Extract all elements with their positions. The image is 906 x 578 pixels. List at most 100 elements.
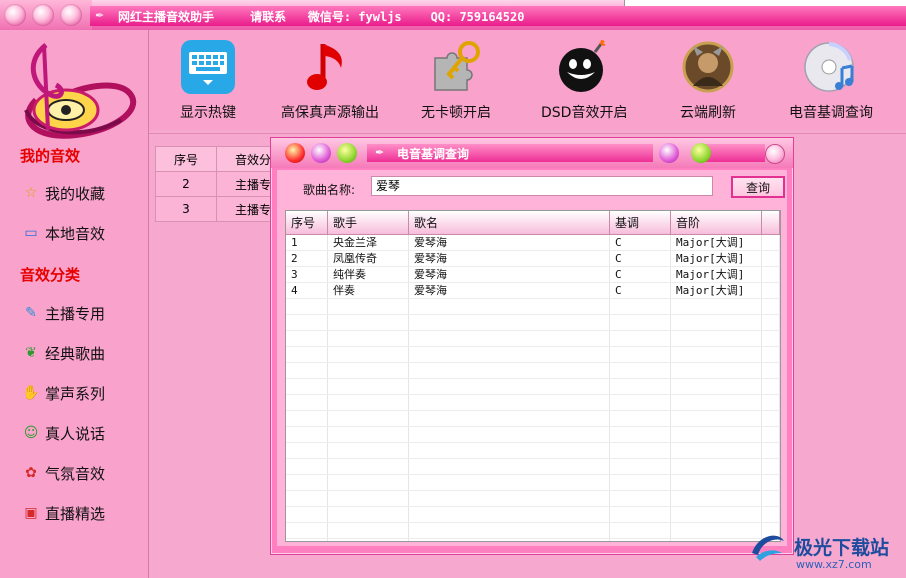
sidebar-item-label: 气氛音效 [45,464,106,483]
star-icon: ☆ [24,185,38,201]
dialog-title-strip [705,144,765,162]
column-header[interactable]: 歌手 [327,211,409,235]
table-cell: 爱琴海 [408,234,610,251]
empty-row [286,314,780,331]
sidebar-item-label: 本地音效 [45,224,106,243]
decor-bead-icon [4,4,26,26]
flower-bead-icon [659,143,679,163]
window-title: 网红主播音效助手 请联系 微信号: fywljs QQ: 759164520 [118,10,525,24]
sidebar-item-anchor[interactable]: ✎ 主播专用 [22,302,105,324]
sidebar-item-label: 直播精选 [45,504,106,523]
edm-key-query-button[interactable]: 电音基调查询 [789,38,873,126]
decor-bead-icon [60,4,82,26]
hifi-output-button[interactable]: 高保真声源输出 [281,38,379,126]
sidebar-item-favorites[interactable]: ☆ 我的收藏 [22,182,105,204]
sidebar-item-label: 我的收藏 [45,184,106,203]
table-cell: Major[大调] [670,250,762,267]
section-my-sounds: 我的音效 [20,147,81,165]
gift-icon: ✿ [25,465,37,481]
table-row[interactable]: 1 央金兰泽 爱琴海 C Major[大调] [286,234,780,251]
empty-row [286,490,780,507]
music-note-icon [301,38,359,96]
table-row[interactable]: 3 纯伴奏 爱琴海 C Major[大调] [286,266,780,283]
table-row[interactable]: 4 伴奏 爱琴海 C Major[大调] [286,282,780,299]
app-icon: ✒ [95,9,105,22]
empty-row [286,474,780,491]
tool-label: 云端刷新 [680,105,736,121]
table-cell: 伴奏 [327,282,409,299]
top-right-panel [624,0,906,6]
section-categories: 音效分类 [20,266,81,284]
table-cell: 2 [286,250,328,267]
person-icon: ☺ [23,425,39,441]
puzzle-key-icon [427,38,485,96]
table-cell [761,282,780,299]
tool-label: 显示热键 [180,105,236,121]
empty-row [286,362,780,379]
toolbar-divider [149,133,906,134]
empty-row [286,378,780,395]
sidebar-item-live[interactable]: ▣ 直播精选 [22,502,105,524]
watermark-text: 极光下载站 [794,536,890,559]
show-hotkeys-button[interactable]: 显示热键 [179,38,237,126]
dsd-sound-button[interactable]: DSD音效开启 [541,38,627,126]
empty-row [286,506,780,523]
table-cell [761,250,780,267]
green-bead-icon [691,143,711,163]
column-header[interactable]: 基调 [609,211,671,235]
column-header[interactable]: 序号 [286,211,328,235]
green-bead-icon [337,143,357,163]
column-header[interactable]: 歌名 [408,211,610,235]
cd-icon [802,38,860,96]
monitor-icon: ▭ [24,225,38,241]
sidebar-item-local[interactable]: ▭ 本地音效 [22,222,105,244]
table-cell: 爱琴海 [408,250,610,267]
empty-row [286,522,780,539]
bomb-icon [555,38,613,96]
empty-row [286,538,780,541]
song-name-input[interactable]: 爱琴 [371,176,713,196]
empty-row [286,346,780,363]
empty-row [286,442,780,459]
sidebar-item-atmosphere[interactable]: ✿ 气氛音效 [22,462,105,484]
title-bar: ✒ 网红主播音效助手 请联系 微信号: fywljs QQ: 759164520 [0,0,906,30]
table-cell: 爱琴海 [408,266,610,283]
empty-row [286,298,780,315]
table-cell [761,266,780,283]
watermark-url: www.xz7.com [796,558,872,571]
sidebar-item-label: 经典歌曲 [45,344,106,363]
no-lag-button[interactable]: 无卡顿开启 [421,38,491,126]
table-cell: 3 [155,196,217,222]
table-cell: Major[大调] [670,266,762,283]
aurora-logo-icon [752,535,784,561]
sidebar-item-label: 真人说话 [45,424,106,443]
table-cell [761,234,780,251]
table-cell: C [609,266,671,283]
tool-label: DSD音效开启 [541,105,628,121]
game-avatar-icon [679,38,737,96]
table-cell: C [609,250,671,267]
sidebar-item-applause[interactable]: ✋ 掌声系列 [22,382,105,404]
table-cell: C [609,234,671,251]
table-header-row: 序号 歌手 歌名 基调 音阶 [286,211,780,235]
column-header[interactable]: 音阶 [670,211,762,235]
sidebar-item-voice[interactable]: ☺ 真人说话 [22,422,105,444]
close-icon[interactable] [765,144,785,164]
sidebar-item-classic[interactable]: ❦ 经典歌曲 [22,342,105,364]
table-cell: Major[大调] [670,282,762,299]
empty-row [286,394,780,411]
table-cell: 纯伴奏 [327,266,409,283]
table-cell: 央金兰泽 [327,234,409,251]
table-cell: 凤凰传奇 [327,250,409,267]
results-table: 序号 歌手 歌名 基调 音阶 1 央金兰泽 爱琴海 C Major[大调] 2 [285,210,781,542]
tv-icon: ▣ [24,505,38,521]
table-row[interactable]: 2 凤凰传奇 爱琴海 C Major[大调] [286,250,780,267]
column-header[interactable]: 序号 [155,146,217,172]
table-cell: 3 [286,266,328,283]
music-logo-icon [24,43,136,139]
query-button[interactable]: 查询 [731,176,785,198]
clap-icon: ✋ [22,385,40,401]
table-cell: 爱琴海 [408,282,610,299]
cloud-refresh-button[interactable]: 云端刷新 [679,38,737,126]
table-cell: 4 [286,282,328,299]
